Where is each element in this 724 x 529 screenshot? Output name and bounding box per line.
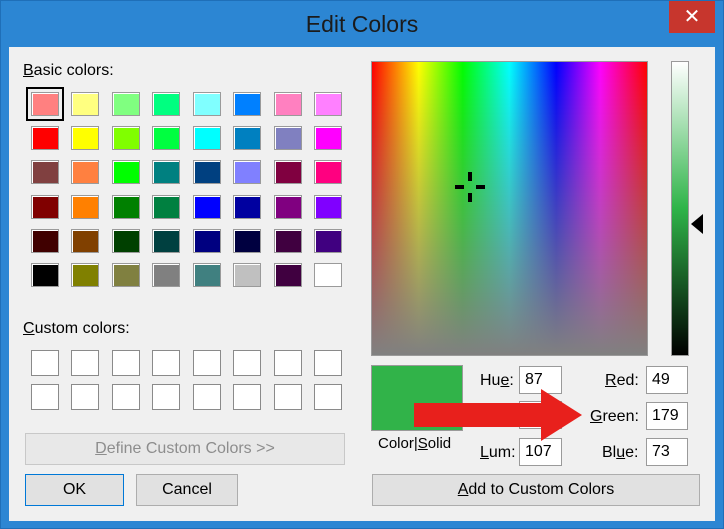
custom-color-swatch[interactable] (152, 384, 180, 410)
basic-colors-label: Basic colors: (23, 62, 114, 79)
basic-color-swatch[interactable] (31, 126, 59, 150)
basic-color-swatch[interactable] (31, 229, 59, 253)
basic-color-swatch[interactable] (71, 92, 99, 116)
basic-color-swatch[interactable] (71, 160, 99, 184)
lum-input[interactable]: 107 (519, 438, 562, 466)
blue-input[interactable]: 73 (646, 438, 688, 466)
basic-color-swatch[interactable] (152, 229, 180, 253)
basic-color-swatch[interactable] (314, 229, 342, 253)
edit-colors-dialog: Edit Colors ✕ Basic colors: Custom color… (0, 0, 724, 529)
basic-color-swatch[interactable] (31, 263, 59, 287)
basic-color-swatch[interactable] (26, 87, 64, 121)
basic-color-swatch[interactable] (274, 92, 302, 116)
basic-color-swatch[interactable] (274, 195, 302, 219)
custom-color-swatch[interactable] (31, 384, 59, 410)
ok-button[interactable]: OK (25, 474, 124, 506)
basic-color-swatch[interactable] (314, 195, 342, 219)
custom-color-swatch[interactable] (71, 384, 99, 410)
red-arrow-icon (414, 389, 582, 441)
basic-color-swatch[interactable] (112, 195, 140, 219)
basic-color-swatch[interactable] (274, 160, 302, 184)
basic-color-swatch[interactable] (233, 160, 261, 184)
color-spectrum[interactable] (371, 61, 648, 356)
red-label: Red: (605, 372, 639, 389)
basic-color-swatch[interactable] (193, 195, 221, 219)
custom-color-swatch[interactable] (314, 384, 342, 410)
custom-colors-label: Custom colors: (23, 320, 130, 337)
hue-label: Hue: (480, 372, 514, 389)
basic-color-swatch[interactable] (193, 263, 221, 287)
custom-color-swatch[interactable] (314, 350, 342, 376)
basic-color-swatch[interactable] (233, 229, 261, 253)
basic-color-swatch[interactable] (71, 126, 99, 150)
basic-color-swatch[interactable] (233, 195, 261, 219)
basic-color-swatch[interactable] (274, 229, 302, 253)
close-button[interactable]: ✕ (669, 1, 715, 33)
custom-color-swatch[interactable] (233, 384, 261, 410)
custom-color-swatch[interactable] (274, 384, 302, 410)
basic-color-swatch[interactable] (152, 92, 180, 116)
basic-color-swatch[interactable] (314, 263, 342, 287)
add-to-custom-colors-button[interactable]: Add to Custom Colors (372, 474, 700, 506)
basic-color-swatch[interactable] (193, 160, 221, 184)
custom-color-swatch[interactable] (193, 350, 221, 376)
custom-color-swatch[interactable] (152, 350, 180, 376)
basic-color-swatch[interactable] (314, 126, 342, 150)
basic-color-swatch[interactable] (112, 126, 140, 150)
basic-color-swatch[interactable] (152, 160, 180, 184)
custom-color-swatch[interactable] (193, 384, 221, 410)
custom-color-swatch[interactable] (112, 384, 140, 410)
basic-color-swatch[interactable] (152, 126, 180, 150)
basic-color-swatch[interactable] (112, 263, 140, 287)
basic-color-swatch[interactable] (112, 160, 140, 184)
basic-color-swatch[interactable] (314, 160, 342, 184)
basic-color-swatch[interactable] (274, 126, 302, 150)
define-custom-colors-button[interactable]: Define Custom Colors >> (25, 433, 345, 465)
blue-label: Blue: (602, 444, 639, 461)
lum-label: Lum: (480, 444, 516, 461)
green-input[interactable]: 179 (646, 402, 688, 430)
close-icon: ✕ (683, 6, 701, 28)
custom-color-swatch[interactable] (31, 350, 59, 376)
basic-color-swatch[interactable] (233, 92, 261, 116)
luminosity-bar[interactable] (671, 61, 689, 356)
basic-color-swatch[interactable] (233, 263, 261, 287)
basic-color-swatch[interactable] (112, 229, 140, 253)
basic-color-swatch[interactable] (71, 195, 99, 219)
basic-color-swatch[interactable] (193, 229, 221, 253)
green-label: Green: (590, 408, 639, 425)
custom-color-swatch[interactable] (71, 350, 99, 376)
basic-color-swatch[interactable] (71, 263, 99, 287)
custom-color-swatch[interactable] (274, 350, 302, 376)
red-input[interactable]: 49 (646, 366, 688, 394)
dialog-title: Edit Colors (305, 11, 419, 37)
custom-color-swatch[interactable] (112, 350, 140, 376)
luminosity-slider-arrow-icon[interactable] (691, 214, 703, 234)
cancel-button[interactable]: Cancel (136, 474, 238, 506)
spectrum-crosshair-icon[interactable] (455, 172, 485, 202)
basic-color-swatch[interactable] (314, 92, 342, 116)
basic-color-swatch[interactable] (233, 126, 261, 150)
basic-color-swatch[interactable] (31, 160, 59, 184)
basic-color-swatch[interactable] (152, 263, 180, 287)
basic-color-swatch[interactable] (71, 229, 99, 253)
basic-color-swatch[interactable] (274, 263, 302, 287)
basic-color-swatch[interactable] (193, 92, 221, 116)
basic-color-swatch[interactable] (31, 195, 59, 219)
dialog-client-area: Basic colors: Custom colors: Define Cust… (9, 47, 715, 521)
title-bar[interactable]: Edit Colors ✕ (1, 1, 723, 47)
custom-color-swatch[interactable] (233, 350, 261, 376)
basic-color-swatch[interactable] (193, 126, 221, 150)
basic-color-swatch[interactable] (152, 195, 180, 219)
basic-color-swatch[interactable] (112, 92, 140, 116)
